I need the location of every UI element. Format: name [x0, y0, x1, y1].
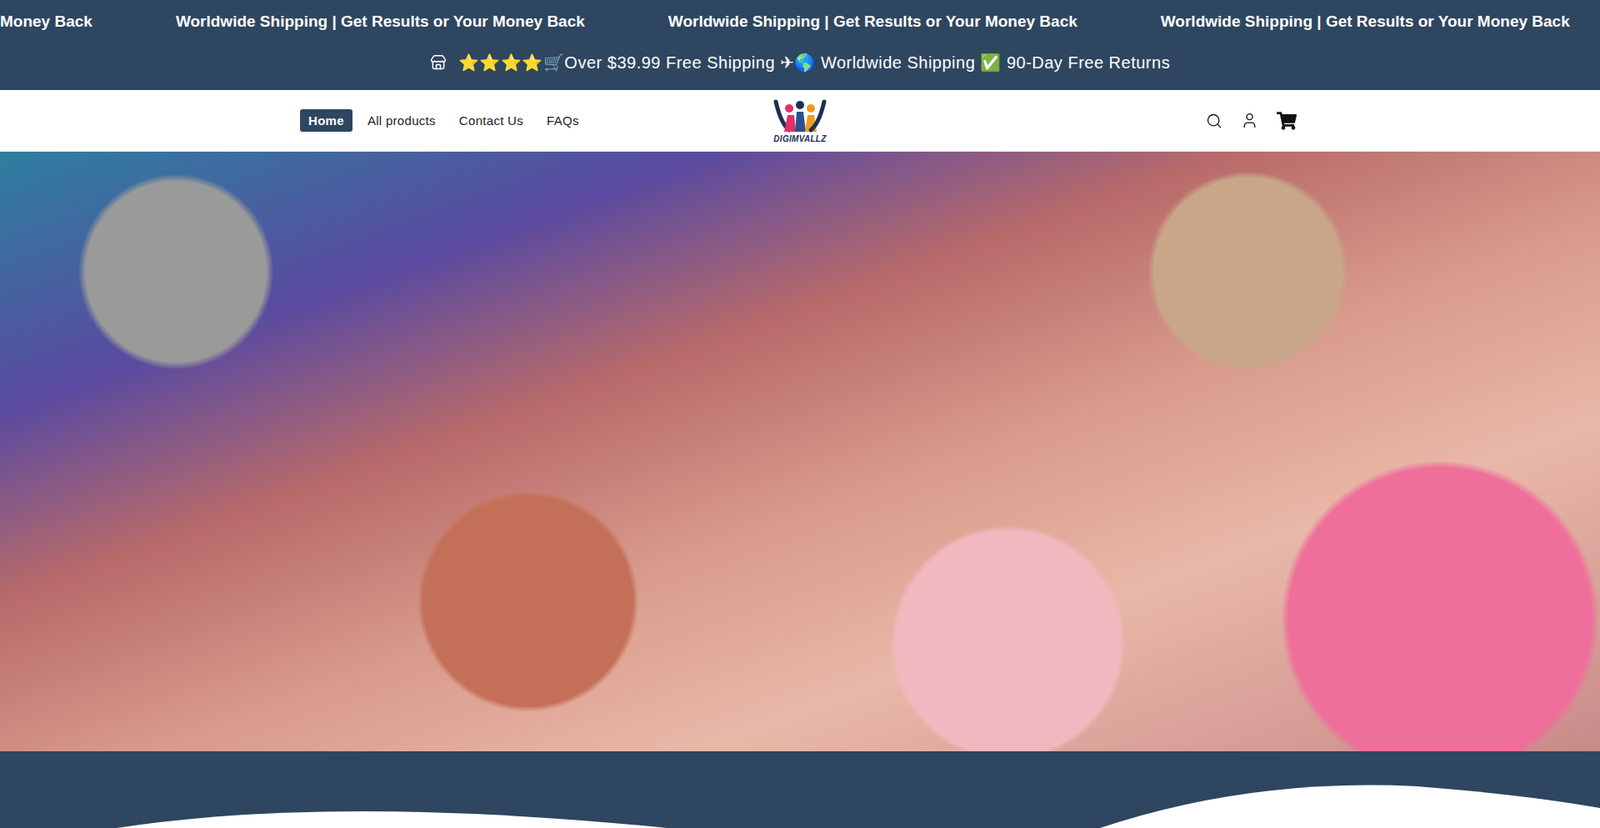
cart-button[interactable]: [1276, 110, 1297, 131]
marquee-text: Worldwide Shipping | Get Results or Your…: [1160, 12, 1570, 31]
hero-image: [0, 151, 1600, 751]
nav-link[interactable]: All products: [359, 109, 445, 132]
logo[interactable]: DIGIMVALLZ: [772, 98, 828, 144]
search-icon: [1205, 112, 1223, 130]
nav-link[interactable]: FAQs: [538, 109, 588, 132]
header: Home All productsContact Us FAQs DIGIMVALLZ: [0, 90, 1600, 152]
marquee-bar: Money Back Worldwide Shipping | Get Resul…: [0, 0, 1600, 42]
nav-link[interactable]: Home: [300, 109, 353, 132]
logo-text: DIGIMVALLZ: [773, 134, 826, 144]
wave-section: [0, 750, 1600, 828]
nav-link[interactable]: Contact Us: [450, 109, 532, 132]
main-nav: Home All productsContact Us FAQs: [300, 109, 773, 132]
search-button[interactable]: [1205, 112, 1223, 130]
wave-icon: [0, 777, 1600, 828]
announcement-text: ⭐⭐⭐⭐🛒Over $39.99 Free Shipping ✈🌎 Worldw…: [458, 52, 1170, 73]
logo-icon: [772, 98, 828, 134]
marquee-text: Money Back: [0, 12, 93, 31]
store-icon: [430, 54, 447, 71]
page: Money Back Worldwide Shipping | Get Resul…: [0, 0, 1600, 828]
user-icon: [1240, 111, 1259, 130]
marquee-text: Worldwide Shipping | Get Results or Your…: [175, 12, 585, 31]
announcement-bar: ⭐⭐⭐⭐🛒Over $39.99 Free Shipping ✈🌎 Worldw…: [0, 41, 1600, 90]
account-button[interactable]: [1240, 111, 1259, 130]
cart-icon: [1276, 110, 1297, 131]
marquee-text: Worldwide Shipping | Get Results or Your…: [668, 12, 1078, 31]
